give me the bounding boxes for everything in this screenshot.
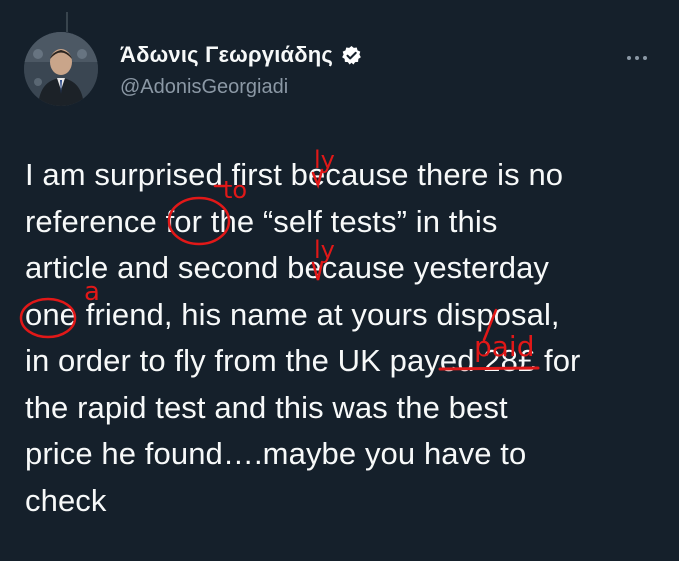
author-handle[interactable]: @AdonisGeorgiadi (120, 76, 288, 99)
verified-badge-icon (342, 45, 361, 64)
more-horizontal-icon[interactable] (627, 56, 647, 60)
tweet-text-line: the rapid test and this was the best (25, 389, 508, 425)
tweet-text-line: I am surprised first because there is no (25, 157, 564, 192)
tweet-text-line: check (25, 482, 107, 518)
author-display-name[interactable]: Άδωνις Γεωργιάδης (120, 42, 333, 68)
tweet-text-line: reference for the “self tests” in this (25, 203, 498, 239)
tweet-text-line: one friend, his name at yours disposal, (25, 296, 560, 332)
tweet-text: I am surprised first because there is no… (25, 152, 665, 524)
tweet-text-line: in order to fly from the UK payed 28£ fo… (25, 343, 581, 378)
thread-connector-line (66, 12, 68, 32)
tweet-text-line: price he found….maybe you have to (25, 436, 527, 471)
avatar[interactable] (24, 32, 98, 106)
tweet-text-line: article and second because yesterday (25, 250, 550, 285)
author-name-row: Άδωνις Γεωργιάδης (120, 42, 362, 68)
avatar-photo (24, 32, 98, 106)
